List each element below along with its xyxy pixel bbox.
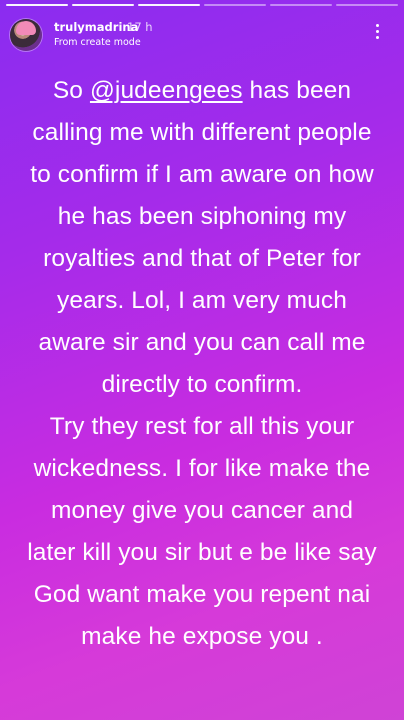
story-line: God want make you repent nai <box>33 581 371 608</box>
username-link[interactable]: trulymadrina <box>54 20 138 34</box>
progress-segment <box>204 4 266 6</box>
story-line: directly to confirm. <box>101 371 303 398</box>
avatar[interactable] <box>10 19 42 51</box>
story-line: So @judeengees has been <box>52 77 352 104</box>
progress-segment <box>336 4 398 6</box>
story-line: royalties and that of Peter for <box>43 245 361 272</box>
progress-segment <box>138 4 200 6</box>
story-progress-bar <box>6 4 398 6</box>
progress-segment <box>6 4 68 6</box>
story-line: he has been siphoning my <box>57 203 347 230</box>
story-header: trulymadrina 17 h From create mode <box>10 16 394 56</box>
story-line: wickedness. I for like make the <box>33 455 371 482</box>
story-text: So @judeengees has been calling me with … <box>20 70 384 658</box>
more-options-icon[interactable] <box>376 24 380 42</box>
progress-segment <box>72 4 134 6</box>
story-line: calling me with different people <box>32 119 372 146</box>
story-line: later kill you sir but e be like say <box>27 539 377 566</box>
story-line: to confirm if I am aware on how <box>30 161 374 188</box>
story-line: make he expose you . <box>81 623 323 650</box>
progress-segment <box>270 4 332 6</box>
timestamp: 17 h <box>127 20 153 34</box>
story-viewer[interactable]: trulymadrina 17 h From create mode So @j… <box>0 0 404 720</box>
mention-link[interactable]: @judeengees <box>90 77 243 104</box>
story-line: years. Lol, I am very much <box>57 287 347 314</box>
create-mode-label[interactable]: From create mode <box>54 37 141 48</box>
story-line: Try they rest for all this your <box>49 413 355 440</box>
story-line: money give you cancer and <box>50 497 354 524</box>
story-line: aware sir and you can call me <box>38 329 366 356</box>
